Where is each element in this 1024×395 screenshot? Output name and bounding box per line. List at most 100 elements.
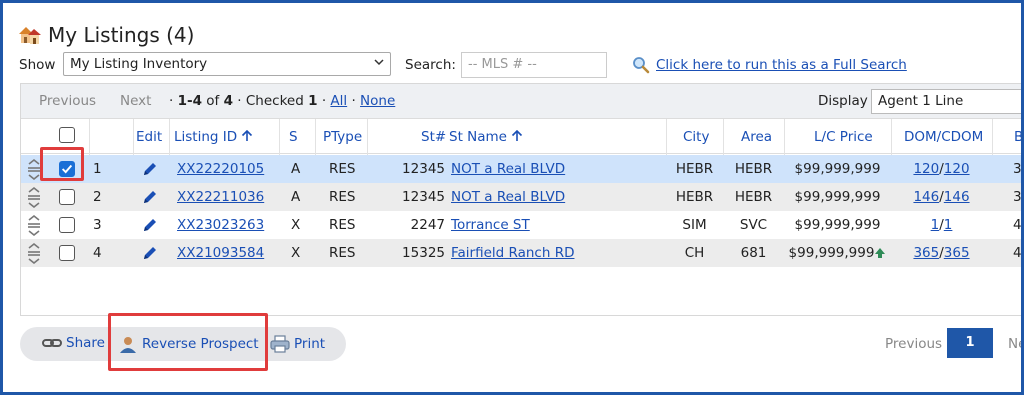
column-listing-id[interactable]: Listing ID: [174, 129, 253, 145]
listing-id-link[interactable]: XX21093584: [177, 245, 264, 261]
street-name-link[interactable]: Torrance ST: [451, 217, 530, 233]
link-icon: [42, 339, 62, 347]
table-row[interactable]: 2 XX22211036 A RES 12345 NOT a Real BLVD…: [21, 183, 1021, 211]
listing-id-link[interactable]: XX22211036: [177, 189, 264, 205]
select-all-checkbox[interactable]: [59, 127, 75, 143]
ptype-cell: RES: [329, 189, 356, 205]
listings-page: My Listings (4) Show My Listing Inventor…: [3, 3, 1021, 392]
search-label: Search:: [405, 57, 456, 73]
select-all-link[interactable]: All: [330, 93, 347, 109]
dom-cdom-cell: 1/1: [930, 217, 953, 233]
area-cell: HEBR: [734, 161, 773, 177]
column-price[interactable]: L/C Price: [814, 129, 873, 145]
column-street-number[interactable]: St#: [421, 129, 446, 145]
edit-pencil-icon[interactable]: [141, 160, 159, 178]
street-number-cell: 12345: [402, 161, 445, 177]
row-checkbox[interactable]: [59, 217, 75, 233]
edit-pencil-icon[interactable]: [141, 216, 159, 234]
column-city[interactable]: City: [683, 129, 709, 145]
filter-bar: Show My Listing Inventory Search: -- MLS…: [18, 52, 1018, 78]
page-title: My Listings (4): [48, 23, 195, 47]
column-beds[interactable]: B: [1014, 129, 1021, 145]
area-cell: 681: [740, 245, 767, 261]
cdom-link[interactable]: 146: [944, 189, 970, 205]
dom-cdom-cell: 365/365: [913, 245, 970, 261]
highlight-checkbox: [40, 147, 84, 181]
cdom-link[interactable]: 120: [944, 161, 970, 177]
price-cell: $99,999,999: [794, 161, 881, 177]
street-number-cell: 12345: [402, 189, 445, 205]
pager-previous[interactable]: Previous: [39, 93, 96, 109]
drag-handle-icon[interactable]: [26, 186, 42, 209]
edit-pencil-icon[interactable]: [141, 188, 159, 206]
ptype-cell: RES: [329, 245, 356, 261]
column-dom-cdom[interactable]: DOM/CDOM: [904, 129, 983, 145]
display-select[interactable]: Agent 1 Line: [871, 89, 1021, 114]
row-number: 1: [93, 161, 102, 177]
highlight-reverse-prospect: [108, 313, 268, 371]
pager-range: 1-4: [177, 93, 202, 109]
bottom-pager-page-1[interactable]: 1: [947, 328, 993, 358]
display-label: Display: [818, 93, 868, 109]
price-cell: $99,999,999: [794, 189, 881, 205]
magnifier-icon[interactable]: [632, 56, 650, 74]
listing-grid: Previous Next · 1-4 of 4 · Checked 1 · A…: [20, 83, 1021, 316]
show-select-value: My Listing Inventory: [70, 56, 208, 72]
edit-pencil-icon[interactable]: [141, 244, 159, 262]
beds-cell: 3/: [1013, 161, 1021, 177]
select-none-link[interactable]: None: [360, 93, 395, 109]
drag-handle-icon[interactable]: [26, 214, 42, 237]
print-button[interactable]: Print: [270, 335, 325, 353]
city-cell: HEBR: [675, 161, 714, 177]
show-label: Show: [19, 57, 56, 73]
listing-id-link[interactable]: XX22220105: [177, 161, 264, 177]
status-cell: X: [291, 245, 301, 261]
city-cell: HEBR: [675, 189, 714, 205]
row-number: 3: [93, 217, 102, 233]
column-status[interactable]: S: [289, 129, 298, 145]
status-cell: A: [291, 161, 301, 177]
sort-up-icon: [242, 130, 253, 141]
page-header: My Listings (4): [18, 21, 194, 49]
cdom-link[interactable]: 1: [944, 217, 953, 233]
chevron-down-icon: [374, 59, 384, 66]
status-cell: A: [291, 189, 301, 205]
column-street-name[interactable]: St Name: [449, 129, 523, 145]
bottom-pager-previous[interactable]: Previous: [885, 336, 942, 352]
beds-cell: 4/: [1013, 245, 1021, 261]
sort-up-icon: [512, 130, 523, 141]
drag-handle-icon[interactable]: [26, 242, 42, 265]
street-name-link[interactable]: NOT a Real BLVD: [451, 161, 565, 177]
dom-link[interactable]: 365: [913, 245, 939, 261]
price-up-arrow-icon: [875, 248, 886, 258]
status-cell: X: [291, 217, 301, 233]
table-row[interactable]: 1 XX22220105 A RES 12345 NOT a Real BLVD…: [21, 155, 1021, 183]
row-checkbox[interactable]: [59, 245, 75, 261]
street-name-link[interactable]: NOT a Real BLVD: [451, 189, 565, 205]
row-checkbox[interactable]: [59, 189, 75, 205]
cdom-link[interactable]: 365: [944, 245, 970, 261]
dom-link[interactable]: 120: [913, 161, 939, 177]
top-pager: Previous Next · 1-4 of 4 · Checked 1 · A…: [21, 84, 1021, 119]
street-number-cell: 15325: [402, 245, 445, 261]
street-name-link[interactable]: Fairfield Ranch RD: [451, 245, 574, 261]
show-select[interactable]: My Listing Inventory: [63, 52, 391, 76]
price-cell: $99,999,999: [794, 217, 881, 233]
city-cell: CH: [684, 245, 705, 261]
pager-checked-label: · Checked: [237, 93, 304, 109]
pager-next[interactable]: Next: [120, 93, 151, 109]
column-area[interactable]: Area: [741, 129, 772, 145]
column-ptype[interactable]: PType: [323, 129, 362, 145]
dom-link[interactable]: 146: [913, 189, 939, 205]
table-row[interactable]: 4 XX21093584 X RES 15325 Fairfield Ranch…: [21, 239, 1021, 267]
search-input[interactable]: -- MLS # --: [461, 52, 607, 78]
row-number: 2: [93, 189, 102, 205]
bottom-pager-next[interactable]: Ne: [1008, 336, 1021, 352]
share-button[interactable]: Share: [42, 335, 105, 351]
print-label: Print: [294, 336, 326, 352]
listing-id-link[interactable]: XX23023263: [177, 217, 264, 233]
table-header: Edit Listing ID S PType St# St Name City…: [21, 119, 1021, 154]
full-search-link[interactable]: Click here to run this as a Full Search: [656, 57, 907, 73]
dom-link[interactable]: 1: [931, 217, 940, 233]
table-row[interactable]: 3 XX23023263 X RES 2247 Torrance ST SIM …: [21, 211, 1021, 239]
